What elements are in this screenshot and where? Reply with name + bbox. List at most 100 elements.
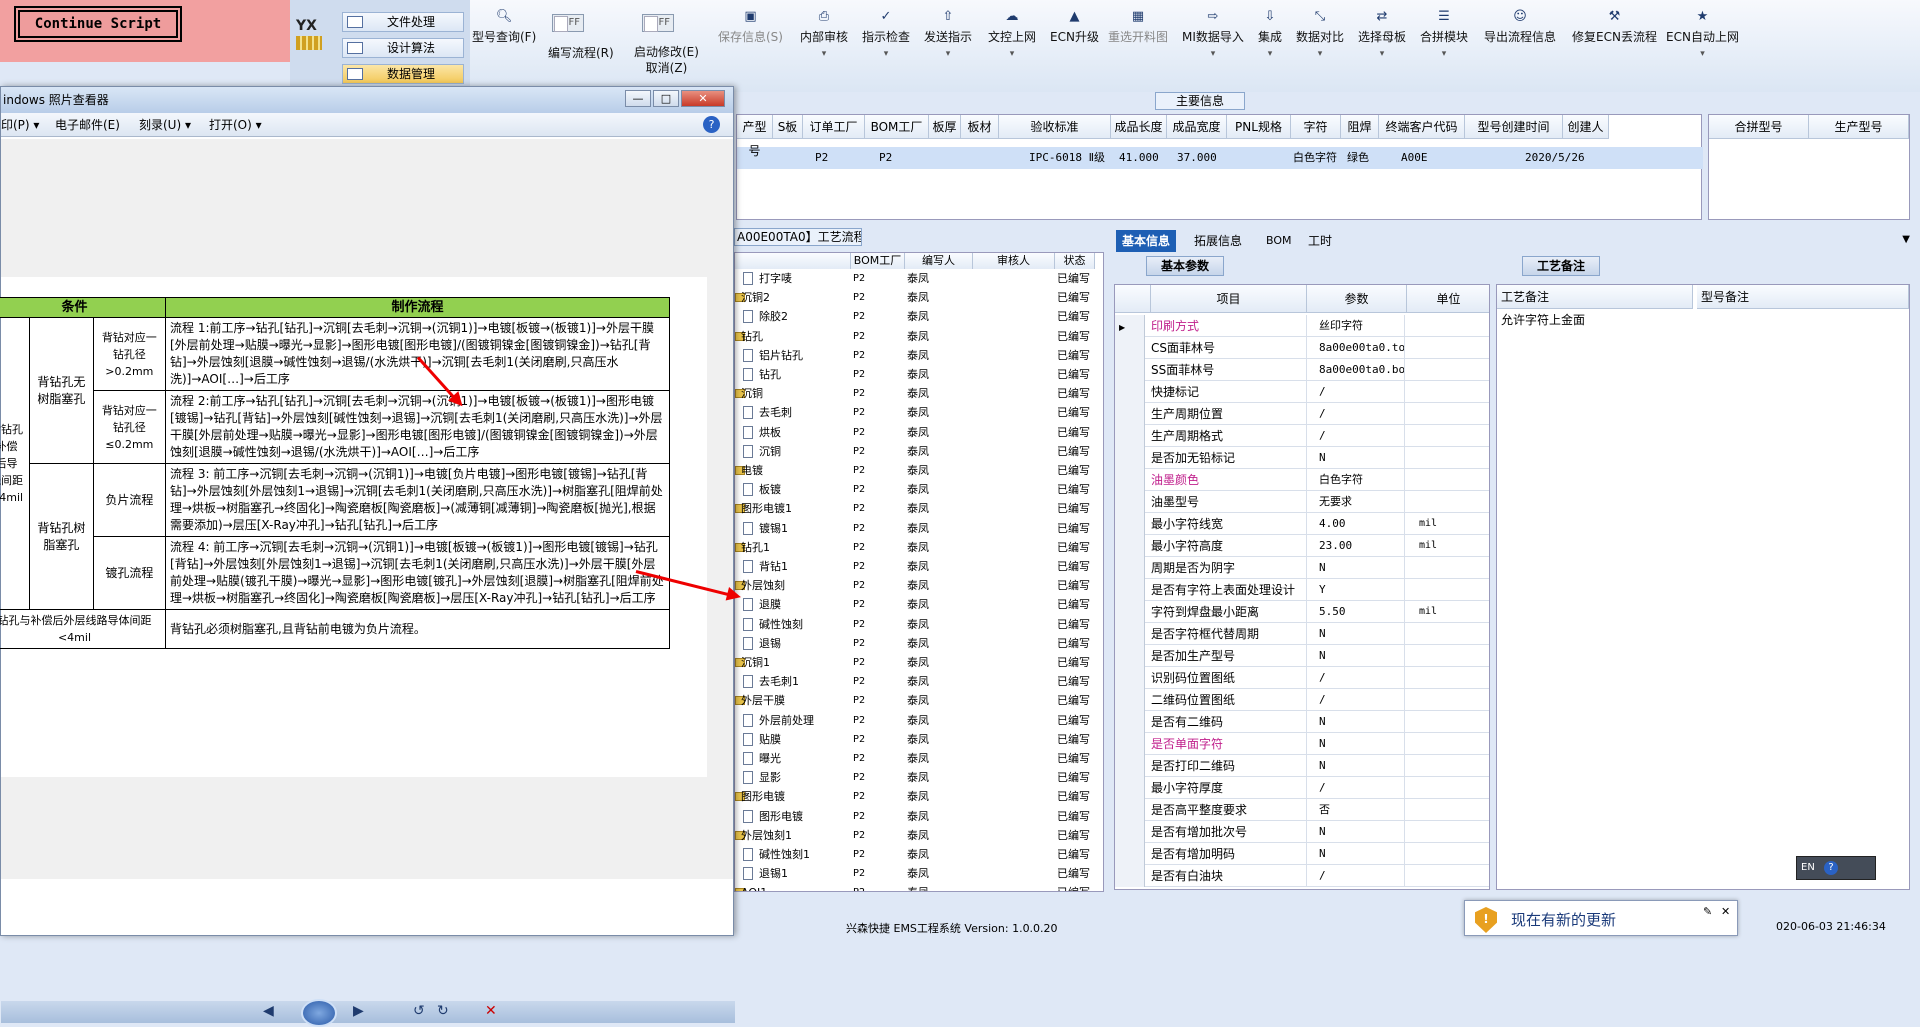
row-handle[interactable]: ▶: [1115, 315, 1145, 337]
chevron-down-icon[interactable]: ▼: [1902, 234, 1910, 245]
reselect-cutting-chart-button[interactable]: ▦ 重选开料图: [1108, 10, 1168, 45]
row-handle[interactable]: [1115, 337, 1145, 359]
param-row[interactable]: ▶ 印刷方式 丝印字符: [1115, 315, 1489, 337]
tree-row[interactable]: AOI1 P2 泰凤 已编写: [735, 883, 1095, 891]
start-edit-toggle[interactable]: OFF: [642, 14, 674, 32]
tree-row[interactable]: 打字唛 P2 泰凤 已编写: [735, 269, 1095, 288]
param-row[interactable]: 生产周期格式 /: [1115, 425, 1489, 447]
write-flow-toggle[interactable]: OFF: [552, 14, 584, 32]
param-value[interactable]: N: [1307, 623, 1405, 645]
close-button[interactable]: ✕: [681, 90, 725, 107]
row-handle[interactable]: [1115, 711, 1145, 733]
update-notification[interactable]: ! 现在有新的更新 ✎ ✕: [1464, 900, 1738, 936]
param-value[interactable]: 8a00e00ta0.to: [1307, 337, 1405, 359]
tree-row[interactable]: 沉铜 P2 泰凤 已编写: [735, 442, 1095, 461]
param-value[interactable]: N: [1307, 645, 1405, 667]
param-value[interactable]: N: [1307, 711, 1405, 733]
col-header[interactable]: 订单工厂: [803, 115, 865, 139]
tree-row[interactable]: 图形电镀 P2 泰凤 已编写: [735, 807, 1095, 826]
row-handle[interactable]: [1115, 799, 1145, 821]
param-value[interactable]: /: [1307, 425, 1405, 447]
col-header[interactable]: [735, 253, 851, 269]
save-info-button[interactable]: ▣ 保存信息(S): [718, 10, 783, 45]
model-query-button[interactable]: 🔍︎ 型号查询(F): [472, 10, 536, 45]
ecn-auto-online-button[interactable]: ★ ECN自动上网 ▾: [1666, 10, 1739, 60]
param-value[interactable]: 8a00e00ta0.bo: [1307, 359, 1405, 381]
help-icon[interactable]: ?: [703, 116, 720, 133]
start-edit-button[interactable]: 启动修改(E) 取消(Z): [634, 44, 699, 76]
param-value[interactable]: /: [1307, 777, 1405, 799]
row-handle[interactable]: [1115, 425, 1145, 447]
row-handle[interactable]: [1115, 447, 1145, 469]
param-row[interactable]: CS面菲林号 8a00e00ta0.to: [1115, 337, 1489, 359]
param-value[interactable]: 白色字符: [1307, 469, 1405, 491]
col-header[interactable]: S板: [773, 115, 803, 139]
param-row[interactable]: 是否有白油块 /: [1115, 865, 1489, 887]
param-row[interactable]: 最小字符高度 23.00 mil: [1115, 535, 1489, 557]
param-row[interactable]: 二维码位置图纸 /: [1115, 689, 1489, 711]
select-mother-board-button[interactable]: ⇄ 选择母板 ▾: [1358, 10, 1406, 60]
row-handle[interactable]: [1115, 865, 1145, 887]
param-row[interactable]: 是否加生产型号 N: [1115, 645, 1489, 667]
col-header[interactable]: 型号备注: [1697, 285, 1909, 309]
tree-row[interactable]: 外层前处理 P2 泰凤 已编写: [735, 711, 1095, 730]
row-handle[interactable]: [1115, 755, 1145, 777]
menu-open[interactable]: 打开(O) ▾: [209, 113, 262, 137]
col-header[interactable]: 合拼型号: [1709, 115, 1809, 139]
col-header[interactable]: 验收标准: [999, 115, 1111, 139]
param-row[interactable]: 是否打印二维码 N: [1115, 755, 1489, 777]
col-header[interactable]: 编写人: [905, 253, 973, 269]
tree-row[interactable]: 外层蚀刻 P2 泰凤 已编写: [735, 576, 1095, 595]
param-value[interactable]: N: [1307, 447, 1405, 469]
tree-row[interactable]: 沉铜1 P2 泰凤 已编写: [735, 653, 1095, 672]
param-row[interactable]: 周期是否为阴字 N: [1115, 557, 1489, 579]
param-value[interactable]: N: [1307, 733, 1405, 755]
param-value[interactable]: N: [1307, 821, 1405, 843]
param-row[interactable]: 是否有增加明码 N: [1115, 843, 1489, 865]
col-header[interactable]: BOM工厂: [851, 253, 905, 269]
param-value[interactable]: 无要求: [1307, 491, 1405, 513]
menu-burn[interactable]: 刻录(U) ▾: [139, 113, 191, 137]
param-row[interactable]: 最小字符厚度 /: [1115, 777, 1489, 799]
doc-control-online-button[interactable]: ☁ 文控上网 ▾: [988, 10, 1036, 60]
col-header[interactable]: 字符: [1291, 115, 1341, 139]
col-header[interactable]: 状态: [1055, 253, 1095, 269]
param-row[interactable]: 是否单面字符 N: [1115, 733, 1489, 755]
param-value[interactable]: 5.50: [1307, 601, 1405, 623]
col-header[interactable]: 产型号: [737, 115, 773, 158]
col-header[interactable]: 项目: [1151, 285, 1307, 313]
param-value[interactable]: N: [1307, 843, 1405, 865]
col-header[interactable]: 成品宽度: [1167, 115, 1227, 139]
merge-module-button[interactable]: ☰ 合拼模块 ▾: [1420, 10, 1468, 60]
param-row[interactable]: 是否加无铅标记 N: [1115, 447, 1489, 469]
col-header[interactable]: 板厚: [929, 115, 961, 139]
data-compare-button[interactable]: ⤡ 数据对比 ▾: [1296, 10, 1344, 60]
tab-work-hours[interactable]: 工时: [1302, 230, 1338, 252]
param-value[interactable]: N: [1307, 755, 1405, 777]
param-value[interactable]: /: [1307, 381, 1405, 403]
tree-row[interactable]: 背钻1 P2 泰凤 已编写: [735, 557, 1095, 576]
col-header[interactable]: 审核人: [973, 253, 1055, 269]
tree-row[interactable]: 曝光 P2 泰凤 已编写: [735, 749, 1095, 768]
nav-design-algorithm[interactable]: 设计算法: [342, 38, 464, 58]
ecn-upgrade-button[interactable]: ▲ ECN升级: [1050, 10, 1099, 45]
col-header[interactable]: 工艺备注: [1497, 285, 1693, 309]
next-icon[interactable]: ▶: [353, 1003, 364, 1019]
tree-row[interactable]: 外层干膜 P2 泰凤 已编写: [735, 691, 1095, 710]
pin-icon[interactable]: ✎: [1703, 905, 1712, 918]
internal-review-button[interactable]: ⎙ 内部审核 ▾: [800, 10, 848, 60]
language-bar[interactable]: EN ?: [1796, 856, 1876, 880]
row-handle[interactable]: [1115, 777, 1145, 799]
tree-row[interactable]: 去毛刺 P2 泰凤 已编写: [735, 403, 1095, 422]
param-row[interactable]: 生产周期位置 /: [1115, 403, 1489, 425]
tree-row[interactable]: 烘板 P2 泰凤 已编写: [735, 423, 1095, 442]
row-handle[interactable]: [1115, 579, 1145, 601]
repair-ecn-flow-button[interactable]: ⚒ 修复ECN丢流程: [1572, 10, 1657, 45]
tree-row[interactable]: 显影 P2 泰凤 已编写: [735, 768, 1095, 787]
tree-row[interactable]: 钻孔1 P2 泰凤 已编写: [735, 538, 1095, 557]
tree-row[interactable]: 碱性蚀刻 P2 泰凤 已编写: [735, 615, 1095, 634]
col-header[interactable]: PNL规格: [1227, 115, 1291, 139]
tree-row[interactable]: 电镀 P2 泰凤 已编写: [735, 461, 1095, 480]
col-header[interactable]: 生产型号: [1809, 115, 1909, 139]
nav-file-processing[interactable]: 文件处理: [342, 12, 464, 32]
